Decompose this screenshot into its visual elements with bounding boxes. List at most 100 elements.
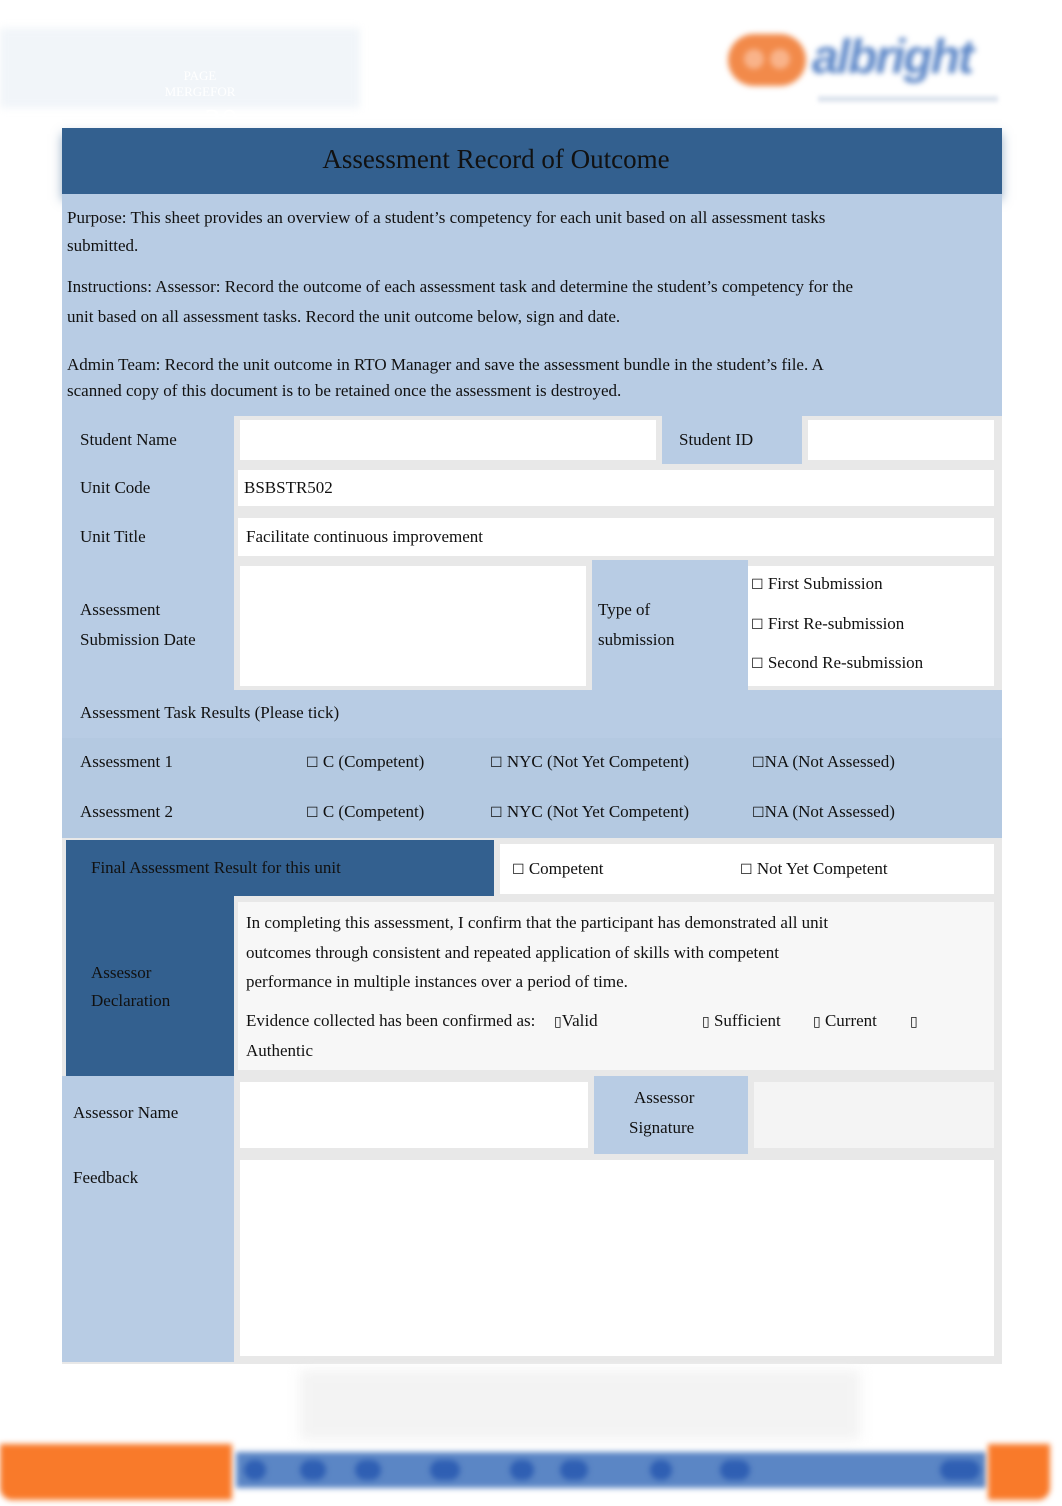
submission-date-label: Assessment (80, 600, 161, 619)
unit-title-label-cell: Unit Title (62, 512, 234, 562)
intro-section: Purpose: This sheet provides an overview… (62, 194, 1002, 416)
submission-date-label-cell: Assessment Submission Date (62, 562, 234, 690)
option-label: Competent (528, 859, 604, 878)
footer-orange-left (0, 1444, 232, 1500)
checkbox-icon: ☐ (512, 862, 525, 878)
first-resubmission-checkbox[interactable]: ☐ First Re-submission (751, 609, 904, 640)
checkbox-icon: ☐ (752, 755, 765, 771)
type-of-submission-label-cell: Type of submission (592, 560, 748, 690)
field-code-line: PAGE (183, 68, 217, 83)
checkbox-icon: ☐ (740, 862, 753, 878)
checkbox-icon: ☐ (751, 577, 764, 593)
unit-title-field[interactable]: Facilitate continuous improvement (238, 518, 994, 556)
evidence-sufficient-checkbox[interactable]: ▯ Sufficient (702, 1006, 781, 1037)
final-competent-checkbox[interactable]: ☐ Competent (512, 854, 603, 885)
type-of-submission-options: ☐ First Submission ☐ First Re-submission… (748, 566, 994, 686)
footer-orange-right (988, 1444, 1050, 1500)
second-resubmission-checkbox[interactable]: ☐ Second Re-submission (751, 648, 923, 679)
assessor-signature-label: Signature (629, 1118, 695, 1137)
checkbox-icon: ▯ (554, 1014, 562, 1030)
declaration-label-cell: Assessor Declaration (66, 896, 234, 1076)
assessment-1-na-checkbox[interactable]: ☐NA (Not Assessed) (752, 747, 895, 778)
assessment-2-competent-checkbox[interactable]: ☐ C (Competent) (306, 797, 424, 828)
watermark-shape (300, 1370, 860, 1440)
student-name-input[interactable] (240, 420, 656, 460)
evidence-current-checkbox[interactable]: ▯ Current (813, 1006, 877, 1037)
assessment-1-nyc-checkbox[interactable]: ☐ NYC (Not Yet Competent) (490, 747, 689, 778)
footer-dot (430, 1460, 460, 1480)
checkbox-icon: ▯ (813, 1014, 821, 1030)
instructions-text: Instructions: Assessor: Record the outco… (67, 277, 854, 326)
checkbox-icon: ☐ (490, 805, 503, 821)
checkbox-icon: ▯ (702, 1014, 710, 1030)
checkbox-icon: ☐ (306, 805, 319, 821)
type-of-submission-label: submission (598, 630, 675, 649)
student-id-input[interactable] (808, 420, 994, 460)
assessment-1-competent-checkbox[interactable]: ☐ C (Competent) (306, 747, 424, 778)
first-submission-checkbox[interactable]: ☐ First Submission (751, 569, 883, 600)
final-result-label: Final Assessment Result for this unit (91, 858, 341, 877)
declaration-line: outcomes through consistent and repeated… (246, 943, 780, 962)
footer-contact-bar (236, 1452, 986, 1488)
checkbox-icon: ☐ (751, 617, 764, 633)
student-name-label: Student Name (80, 430, 177, 449)
field-code-line: MERGEFOR (164, 84, 236, 99)
assessor-signature-input[interactable] (754, 1082, 994, 1148)
student-name-label-cell: Student Name (62, 416, 234, 464)
unit-code-label-cell: Unit Code (62, 464, 234, 512)
evidence-authentic-checkbox[interactable]: ▯ (910, 1006, 918, 1037)
option-label: NA (Not Assessed) (764, 752, 895, 771)
option-label: Valid (561, 1011, 598, 1030)
declaration-line: In completing this assessment, I confirm… (246, 913, 829, 932)
footer-dot (300, 1460, 326, 1480)
student-id-label-cell: Student ID (662, 414, 802, 464)
option-label: Not Yet Competent (756, 859, 888, 878)
evidence-authentic-label: Authentic (246, 1041, 314, 1060)
admin-team-text: Admin Team: Record the unit outcome in R… (67, 355, 823, 400)
footer-dot (560, 1460, 588, 1480)
assessment-2-label: Assessment 2 (80, 802, 174, 821)
assessor-signature-label-cell: Assessor Signature (594, 1076, 748, 1154)
logo-text: albright (812, 31, 974, 84)
checkbox-icon: ☐ (306, 755, 319, 771)
checkbox-icon: ▯ (910, 1014, 918, 1030)
footer-dot (720, 1460, 750, 1480)
declaration-label: Declaration (91, 991, 171, 1010)
option-label: C (Competent) (322, 802, 425, 821)
option-label: NYC (Not Yet Competent) (506, 802, 690, 821)
unit-code-field[interactable]: BSBSTR502 (238, 470, 994, 506)
evidence-prefix: Evidence collected has been confirmed as… (246, 1011, 536, 1030)
feedback-label: Feedback (73, 1168, 139, 1187)
student-id-label: Student ID (679, 430, 754, 449)
assessor-name-label-cell: Assessor Name (62, 1076, 234, 1154)
assessment-2-nyc-checkbox[interactable]: ☐ NYC (Not Yet Competent) (490, 797, 689, 828)
footer-dot (244, 1460, 266, 1480)
checkbox-icon: ☐ (490, 755, 503, 771)
submission-date-input[interactable] (240, 566, 586, 686)
logo-tagline (818, 96, 998, 102)
final-nyc-checkbox[interactable]: ☐ Not Yet Competent (740, 854, 888, 885)
option-label: Current (824, 1011, 877, 1030)
logo-icon (728, 34, 806, 86)
checkbox-icon: ☐ (752, 805, 765, 821)
final-result-label-cell: Final Assessment Result for this unit (66, 840, 494, 896)
assessment-2-na-checkbox[interactable]: ☐NA (Not Assessed) (752, 797, 895, 828)
assessment-1-row: Assessment 1 ☐ C (Competent) ☐ NYC (Not … (62, 738, 1002, 788)
feedback-textarea[interactable] (240, 1160, 994, 1356)
type-of-submission-label: Type of (598, 600, 651, 619)
evidence-valid-checkbox[interactable]: ▯Valid (554, 1006, 598, 1037)
declaration-line: performance in multiple instances over a… (246, 972, 628, 991)
first-submission-label: First Submission (767, 574, 883, 593)
submission-date-label: Submission Date (80, 630, 196, 649)
unit-code-value: BSBSTR502 (244, 478, 333, 497)
footer-dot (940, 1460, 980, 1480)
footer-dot (650, 1460, 672, 1480)
purpose-text: Purpose: This sheet provides an overview… (67, 208, 826, 255)
checkbox-icon: ☐ (751, 656, 764, 672)
second-resubmission-label: Second Re-submission (767, 653, 924, 672)
unit-title-label: Unit Title (80, 527, 146, 546)
assessor-name-input[interactable] (240, 1082, 588, 1148)
page-title: Assessment Record of Outcome (322, 144, 670, 174)
assessment-1-label: Assessment 1 (80, 752, 174, 771)
declaration-content: In completing this assessment, I confirm… (238, 902, 994, 1070)
